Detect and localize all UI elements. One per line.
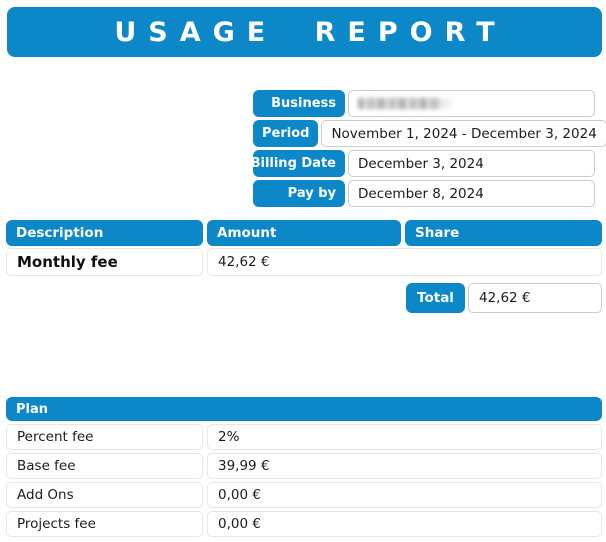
pay-by-label: Pay by <box>253 180 345 207</box>
total-label: Total <box>406 283 465 313</box>
plan-row-percent-fee: Percent fee 2% <box>6 424 602 450</box>
plan-row-base-fee: Base fee 39,99 € <box>6 453 602 479</box>
monthly-fee-description: Monthly fee <box>6 248 203 276</box>
column-header-description: Description <box>6 220 203 246</box>
billing-date-value: December 3, 2024 <box>348 150 595 177</box>
percent-fee-value: 2% <box>207 424 602 450</box>
redacted-business-name <box>358 98 440 109</box>
business-label: Business <box>253 90 345 117</box>
total-value: 42,62 € <box>468 283 602 313</box>
base-fee-label: Base fee <box>6 453 203 479</box>
usage-report-page: USAGE REPORT Business Period November 1,… <box>0 0 606 542</box>
monthly-fee-amount: 42,62 € <box>207 248 602 276</box>
business-value <box>348 90 595 117</box>
period-label: Period <box>253 120 318 147</box>
projects-fee-value: 0,00 € <box>207 511 602 537</box>
percent-fee-label: Percent fee <box>6 424 203 450</box>
base-fee-value: 39,99 € <box>207 453 602 479</box>
period-value: November 1, 2024 - December 3, 2024 <box>321 120 606 147</box>
projects-fee-label: Projects fee <box>6 511 203 537</box>
info-row-billing-date: Billing Date December 3, 2024 <box>253 150 595 177</box>
plan-table: Plan Percent fee 2% Base fee 39,99 € Add… <box>6 397 602 540</box>
page-title: USAGE REPORT <box>114 17 506 48</box>
info-row-business: Business <box>253 90 595 117</box>
charges-table-header: Description Amount Share <box>6 220 602 246</box>
plan-row-projects-fee: Projects fee 0,00 € <box>6 511 602 537</box>
table-row-monthly-fee: Monthly fee 42,62 € <box>6 248 602 276</box>
plan-section-header: Plan <box>6 397 602 421</box>
report-info-section: Business Period November 1, 2024 - Decem… <box>253 90 595 210</box>
column-header-share: Share <box>405 220 602 246</box>
column-header-amount: Amount <box>207 220 401 246</box>
add-ons-label: Add Ons <box>6 482 203 508</box>
report-title-bar: USAGE REPORT <box>7 7 602 57</box>
info-row-pay-by: Pay by December 8, 2024 <box>253 180 595 207</box>
charges-table: Description Amount Share Monthly fee 42,… <box>6 220 602 313</box>
billing-date-label: Billing Date <box>253 150 345 177</box>
plan-row-add-ons: Add Ons 0,00 € <box>6 482 602 508</box>
pay-by-value: December 8, 2024 <box>348 180 595 207</box>
add-ons-value: 0,00 € <box>207 482 602 508</box>
total-row: Total 42,62 € <box>406 283 602 313</box>
info-row-period: Period November 1, 2024 - December 3, 20… <box>253 120 595 147</box>
